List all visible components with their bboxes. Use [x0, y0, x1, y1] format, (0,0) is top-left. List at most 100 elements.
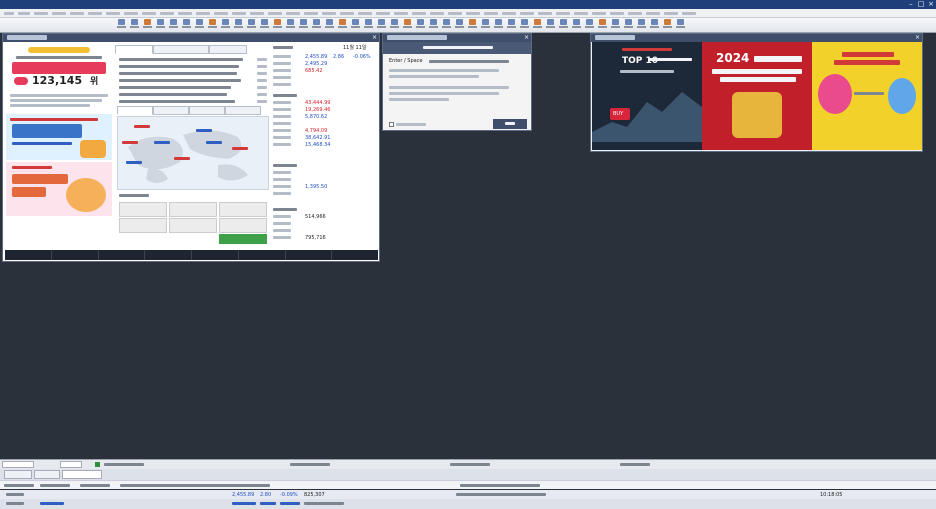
toolbar-button[interactable]	[675, 19, 686, 31]
nav-item-7[interactable]	[286, 250, 333, 260]
index-row[interactable]	[271, 221, 377, 227]
world-map[interactable]	[117, 116, 269, 190]
maximize-button[interactable]: □	[916, 0, 926, 9]
toolbar-button[interactable]	[415, 19, 426, 31]
menu-tile-3[interactable]	[219, 202, 267, 217]
toolbar-button[interactable]	[155, 19, 166, 31]
toolbar-button[interactable]	[350, 19, 361, 31]
index-row[interactable]	[271, 177, 377, 183]
menu-tile-2[interactable]	[169, 202, 217, 217]
event-banner[interactable]	[6, 162, 112, 216]
menu-tile-4[interactable]	[119, 218, 167, 233]
confirm-button[interactable]	[493, 119, 527, 129]
nav-item-8[interactable]	[332, 250, 378, 260]
index-row[interactable]	[271, 82, 377, 88]
index-row[interactable]	[271, 100, 377, 106]
toolbar-button[interactable]	[116, 19, 127, 31]
tab-map-3[interactable]	[189, 106, 225, 115]
toolbar-button[interactable]	[142, 19, 153, 31]
menu-tile-1[interactable]	[119, 202, 167, 217]
nav-item-2[interactable]	[52, 250, 99, 260]
toolbar-button[interactable]	[181, 19, 192, 31]
tab-events[interactable]	[209, 45, 247, 54]
notice-close-button[interactable]: ×	[524, 34, 529, 42]
toolbar-button[interactable]	[532, 19, 543, 31]
popup-close-button[interactable]: ×	[915, 34, 920, 42]
toolbar-button[interactable]	[168, 19, 179, 31]
toolbar-button[interactable]	[571, 19, 582, 31]
tab-map-4[interactable]	[225, 106, 261, 115]
index-row[interactable]	[271, 142, 377, 148]
toolbar-button[interactable]	[337, 19, 348, 31]
index-row[interactable]	[271, 121, 377, 127]
toolbar-button[interactable]	[402, 19, 413, 31]
close-button[interactable]: ×	[926, 0, 936, 9]
tab-map-1[interactable]	[117, 106, 153, 115]
toolbar-button[interactable]	[545, 19, 556, 31]
index-row[interactable]	[271, 184, 377, 190]
tab-announcements[interactable]	[153, 45, 209, 54]
add-button[interactable]	[219, 234, 267, 244]
index-row[interactable]	[271, 135, 377, 141]
toolbar-button[interactable]	[506, 19, 517, 31]
toolbar-button[interactable]	[480, 19, 491, 31]
dont-show-again-checkbox[interactable]	[389, 122, 394, 127]
ad-trading-contest[interactable]: TOP 10 BUY	[592, 42, 702, 150]
toolbar-button[interactable]	[623, 19, 634, 31]
toolbar-button[interactable]	[454, 19, 465, 31]
window-close-button[interactable]: ×	[372, 34, 377, 42]
toolbar-button[interactable]	[129, 19, 140, 31]
toolbar-button[interactable]	[584, 19, 595, 31]
menu-tile-6[interactable]	[219, 218, 267, 233]
toolbar-button[interactable]	[610, 19, 621, 31]
tab-news[interactable]	[115, 45, 153, 54]
index-row[interactable]	[271, 214, 377, 220]
toolbar-button[interactable]	[246, 19, 257, 31]
toolbar-button[interactable]	[649, 19, 660, 31]
toolbar-button[interactable]	[298, 19, 309, 31]
toolbar-button[interactable]	[285, 19, 296, 31]
index-row[interactable]	[271, 235, 377, 241]
amount-input[interactable]	[60, 461, 82, 468]
index-row[interactable]	[271, 228, 377, 234]
minimize-button[interactable]: –	[906, 0, 916, 9]
index-row[interactable]	[271, 54, 377, 60]
toolbar-button[interactable]	[597, 19, 608, 31]
nav-item-6[interactable]	[239, 250, 286, 260]
index-row[interactable]	[271, 68, 377, 74]
toolbar-button[interactable]	[259, 19, 270, 31]
toolbar-button[interactable]	[519, 19, 530, 31]
nav-item-5[interactable]	[192, 250, 239, 260]
toolbar-button[interactable]	[389, 19, 400, 31]
toolbar-button[interactable]	[194, 19, 205, 31]
index-row[interactable]	[271, 107, 377, 113]
tab-popup[interactable]	[34, 470, 60, 479]
toolbar-button[interactable]	[636, 19, 647, 31]
ad-stock-gift[interactable]	[812, 42, 922, 150]
toolbar-button[interactable]	[441, 19, 452, 31]
toolbar-button[interactable]	[207, 19, 218, 31]
rank-banner[interactable]: 123,145 위	[6, 44, 112, 112]
toolbar-button[interactable]	[272, 19, 283, 31]
nav-item-4[interactable]	[145, 250, 192, 260]
toolbar-button[interactable]	[558, 19, 569, 31]
tab-notice[interactable]	[62, 470, 102, 479]
toolbar-button[interactable]	[467, 19, 478, 31]
toolbar-button[interactable]	[493, 19, 504, 31]
menu-tile-5[interactable]	[169, 218, 217, 233]
index-row[interactable]	[271, 75, 377, 81]
nav-item-3[interactable]	[99, 250, 146, 260]
index-row[interactable]	[271, 191, 377, 197]
toolbar-button[interactable]	[311, 19, 322, 31]
stock-gift-banner[interactable]	[6, 114, 112, 160]
index-row[interactable]	[271, 61, 377, 67]
toolbar-button[interactable]	[363, 19, 374, 31]
toolbar-button[interactable]	[428, 19, 439, 31]
toolbar-button[interactable]	[233, 19, 244, 31]
tab-front-page[interactable]	[4, 470, 32, 479]
ad-year-end[interactable]: 2024	[702, 42, 812, 150]
tab-map-2[interactable]	[153, 106, 189, 115]
toolbar-button[interactable]	[376, 19, 387, 31]
index-row[interactable]	[271, 128, 377, 134]
toolbar-button[interactable]	[662, 19, 673, 31]
